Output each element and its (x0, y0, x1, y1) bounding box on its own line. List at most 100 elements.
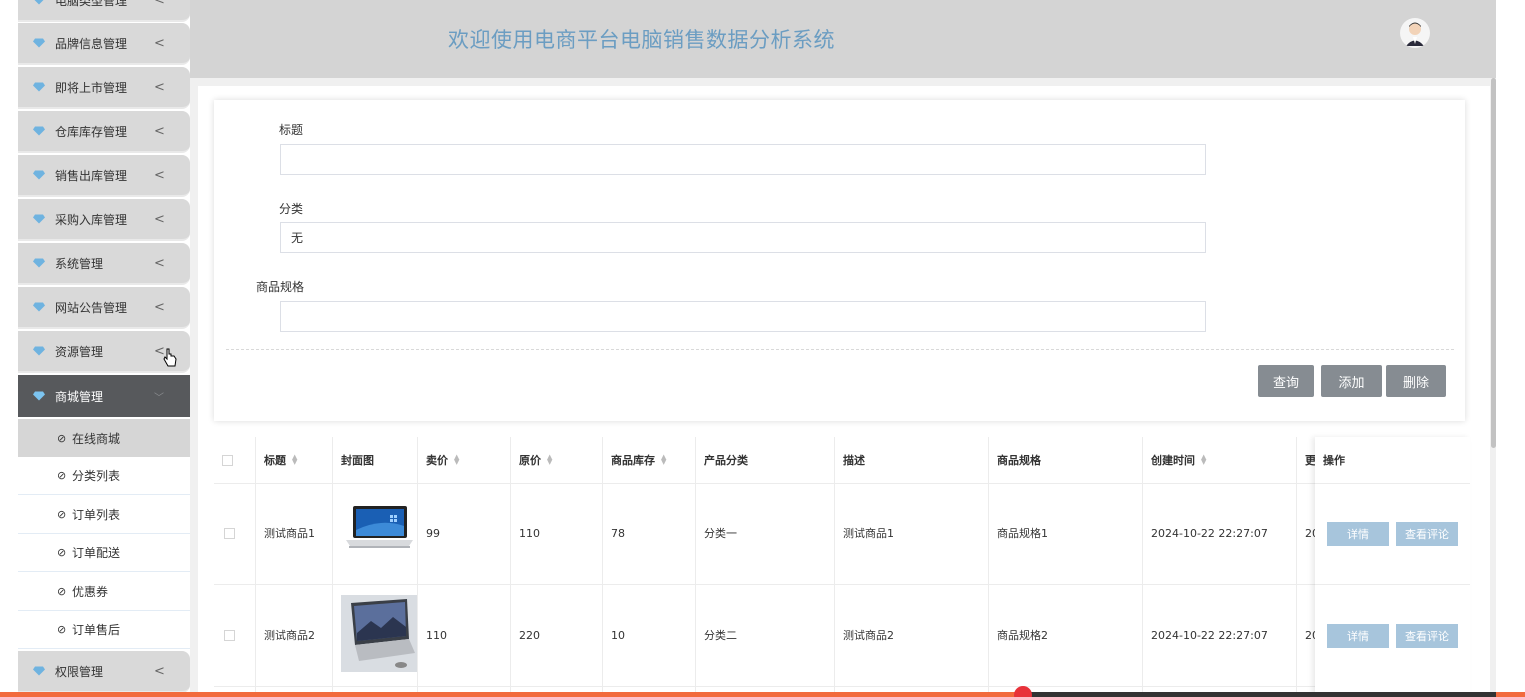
spec-input[interactable] (280, 301, 1206, 332)
sidebar-item-label: 采购入库管理 (55, 212, 128, 227)
view-comments-button[interactable]: 查看评论 (1396, 522, 1458, 546)
chevron-left-icon: < (154, 211, 165, 227)
column-divider (510, 437, 511, 697)
title-input[interactable] (280, 144, 1206, 175)
sidebar-item-permission[interactable]: 权限管理 < (18, 651, 190, 693)
header-price[interactable]: 卖价 ▲ ▼ (426, 437, 459, 483)
sidebar-item-label: 资源管理 (55, 344, 104, 359)
sidebar-subitem-online-mall[interactable]: ⊘ 在线商城 (18, 419, 190, 457)
cell-original-price: 220 (519, 628, 540, 642)
sidebar-item-label: 商城管理 (55, 389, 104, 404)
sidebar-subitem-label: 订单售后 (72, 623, 121, 637)
sidebar-item-label: 仓库库存管理 (55, 124, 128, 139)
sidebar-subitem-delivery[interactable]: ⊘ 订单配送 (18, 534, 190, 572)
header-title[interactable]: 标题 ▲ ▼ (264, 437, 297, 483)
gem-icon (33, 170, 45, 180)
detail-button[interactable]: 详情 (1327, 522, 1389, 546)
gem-icon (33, 38, 45, 48)
sort-icon[interactable]: ▲ ▼ (547, 454, 552, 466)
sidebar-subitem-order-list[interactable]: ⊘ 订单列表 (18, 496, 190, 534)
detail-button[interactable]: 详情 (1327, 624, 1389, 648)
column-divider (988, 437, 989, 697)
select-all-checkbox[interactable] (222, 455, 233, 466)
cell-title: 测试商品1 (264, 527, 315, 540)
view-comments-button[interactable]: 查看评论 (1396, 624, 1458, 648)
header-stock[interactable]: 商品库存 ▲ ▼ (611, 437, 666, 483)
chevron-left-icon: < (154, 123, 165, 139)
header-description: 描述 (843, 454, 865, 467)
sidebar-item-sales-out[interactable]: 销售出库管理 < (18, 155, 190, 197)
header-created-time[interactable]: 创建时间 ▲ ▼ (1151, 437, 1206, 483)
header-spec: 商品规格 (997, 454, 1041, 467)
gem-icon (33, 214, 45, 224)
check-circle-icon: ⊘ (57, 623, 67, 636)
sidebar-subitem-after-sale[interactable]: ⊘ 订单售后 (18, 611, 190, 649)
check-circle-icon: ⊘ (57, 508, 67, 521)
query-button[interactable]: 查询 (1258, 365, 1314, 397)
header-original-price[interactable]: 原价 ▲ ▼ (519, 437, 552, 483)
chevron-left-icon: < (154, 255, 165, 271)
cell-stock: 78 (611, 526, 625, 540)
gem-icon (33, 666, 45, 676)
avatar[interactable] (1400, 18, 1430, 48)
column-divider (255, 437, 256, 697)
delete-button[interactable]: 删除 (1386, 365, 1446, 397)
sidebar-subitem-label: 在线商城 (72, 431, 121, 446)
cell-category: 分类二 (704, 629, 737, 642)
table-divider (214, 686, 1470, 687)
sidebar-item-label: 即将上市管理 (55, 80, 128, 95)
column-divider (1142, 437, 1143, 697)
sidebar-item-computer-type[interactable]: 电脑类型管理 < (18, 0, 190, 22)
add-button[interactable]: 添加 (1321, 365, 1382, 397)
cover-image[interactable] (341, 500, 416, 555)
column-divider (417, 437, 418, 697)
sidebar-item-purchase-in[interactable]: 采购入库管理 < (18, 199, 190, 241)
spec-label: 商品规格 (256, 280, 305, 294)
cover-image[interactable] (341, 595, 417, 672)
check-circle-icon: ⊘ (57, 546, 67, 559)
sidebar-item-upcoming[interactable]: 即将上市管理 < (18, 67, 190, 109)
check-circle-icon: ⊘ (57, 469, 67, 482)
header-category: 产品分类 (704, 454, 748, 467)
sidebar-item-label: 电脑类型管理 (55, 0, 128, 8)
category-select[interactable]: 无 (280, 222, 1206, 253)
sort-icon[interactable]: ▲ ▼ (661, 454, 666, 466)
sort-icon[interactable]: ▲ ▼ (1201, 454, 1206, 466)
sidebar-item-system[interactable]: 系统管理 < (18, 243, 190, 285)
column-divider (1296, 437, 1297, 697)
check-circle-icon: ⊘ (57, 585, 67, 598)
sidebar-item-warehouse[interactable]: 仓库库存管理 < (18, 111, 190, 153)
gem-icon (33, 258, 45, 268)
row-checkbox[interactable] (224, 630, 235, 641)
table-divider (1315, 584, 1470, 585)
table-divider (214, 483, 1470, 484)
chevron-left-icon: < (154, 167, 165, 183)
category-label: 分类 (279, 202, 304, 216)
cell-title: 测试商品2 (264, 629, 315, 642)
page-title: 欢迎使用电商平台电脑销售数据分析系统 (448, 28, 835, 52)
record-indicator-icon (1014, 686, 1032, 697)
scrollbar[interactable] (1491, 78, 1496, 448)
row-checkbox[interactable] (224, 528, 235, 539)
cell-price: 99 (426, 526, 440, 540)
gem-icon (33, 346, 45, 356)
check-circle-icon: ⊘ (57, 431, 67, 445)
user-avatar-icon (1406, 22, 1424, 46)
sidebar-item-announcement[interactable]: 网站公告管理 < (18, 287, 190, 329)
sort-icon[interactable]: ▲ ▼ (454, 454, 459, 466)
sidebar-subitem-coupon[interactable]: ⊘ 优惠券 (18, 573, 190, 611)
cell-description: 测试商品1 (843, 527, 894, 540)
sort-icon[interactable]: ▲ ▼ (292, 454, 297, 466)
laptop-image (341, 500, 416, 555)
chevron-left-icon: < (154, 79, 165, 95)
sidebar-item-brand[interactable]: 品牌信息管理 < (18, 23, 190, 65)
sidebar-subitem-label: 分类列表 (72, 469, 121, 483)
chevron-left-icon: < (154, 35, 165, 51)
header-cover: 封面图 (341, 454, 374, 467)
table-divider (214, 584, 1470, 585)
gem-icon (33, 302, 45, 312)
gem-icon (34, 0, 44, 5)
sidebar-item-mall[interactable]: 商城管理 ﹀ (18, 375, 190, 417)
header-operations: 操作 (1323, 454, 1345, 467)
sidebar-subitem-category-list[interactable]: ⊘ 分类列表 (18, 457, 190, 495)
